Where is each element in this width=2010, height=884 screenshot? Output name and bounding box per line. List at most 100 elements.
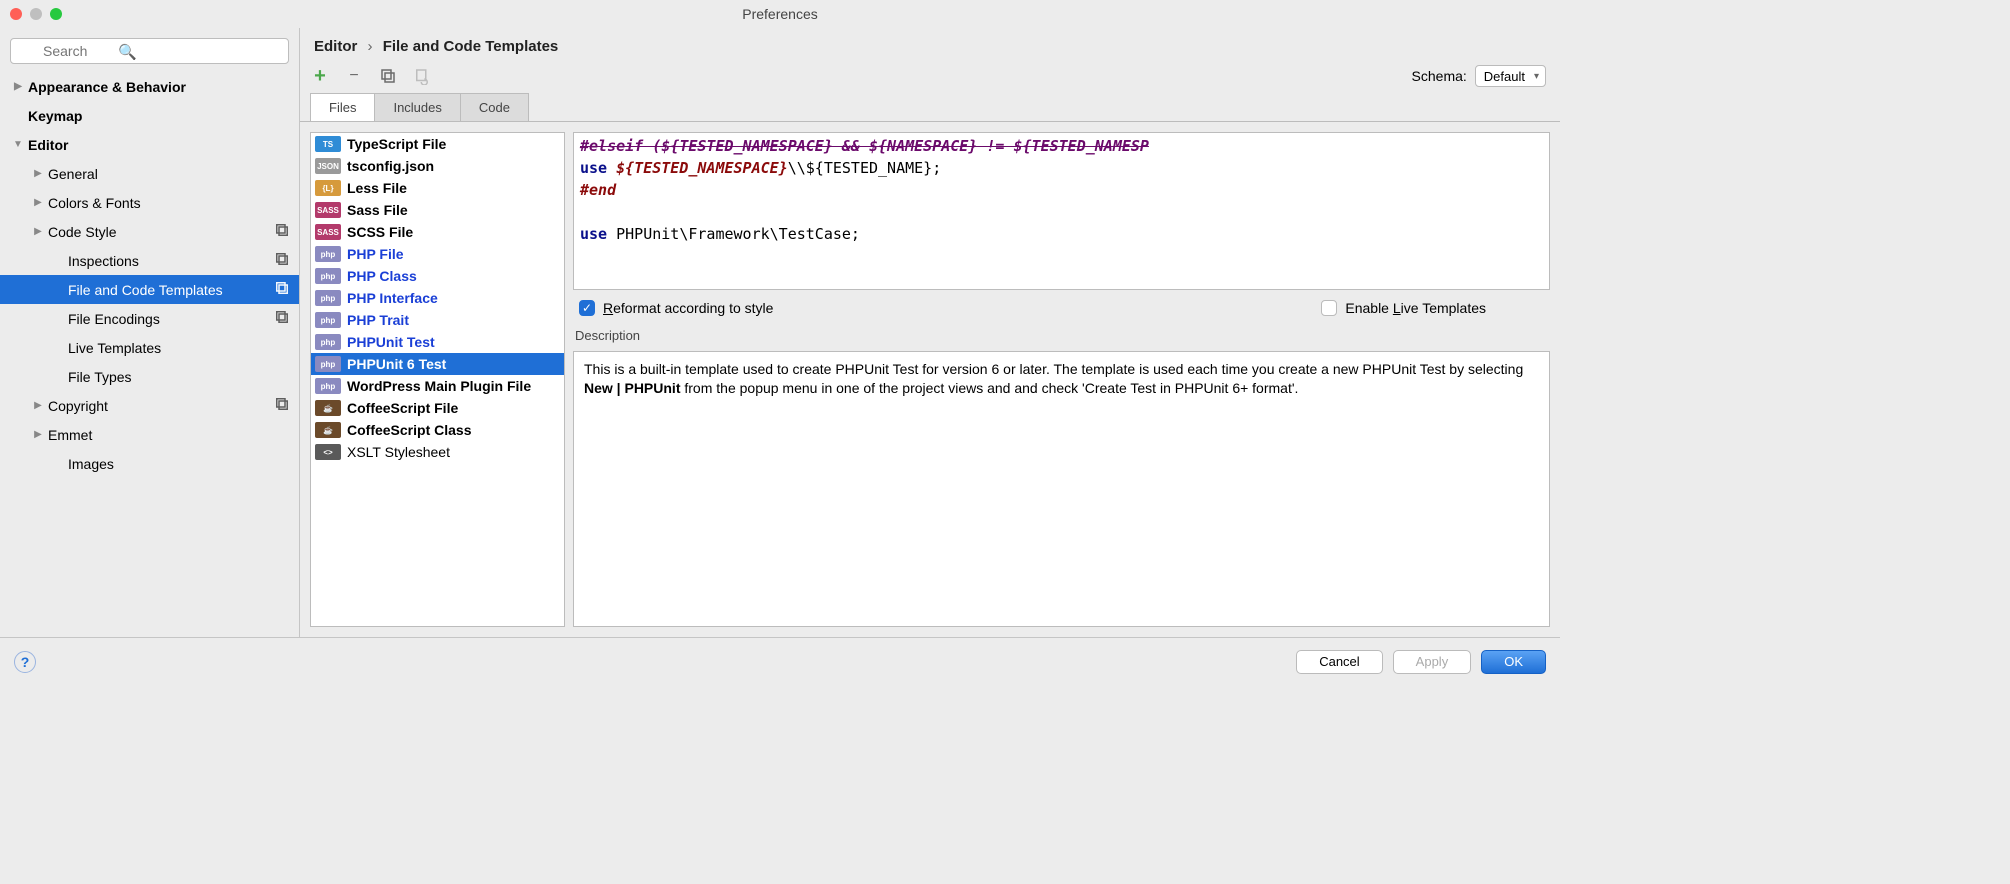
- sidebar-item-inspections[interactable]: Inspections: [0, 246, 299, 275]
- schema-label: Schema:: [1412, 68, 1467, 84]
- template-label: tsconfig.json: [347, 158, 434, 174]
- template-wordpress-main-plugin-file[interactable]: phpWordPress Main Plugin File: [311, 375, 564, 397]
- template-label: PHP Class: [347, 268, 417, 284]
- breadcrumb-leaf: File and Code Templates: [383, 38, 559, 55]
- template-label: Sass File: [347, 202, 408, 218]
- remove-icon[interactable]: −: [344, 66, 364, 86]
- titlebar: Preferences: [0, 0, 1560, 28]
- sidebar-item-label: Images: [68, 456, 291, 472]
- apply-button[interactable]: Apply: [1393, 650, 1472, 674]
- editor-line: class ${NAME} extends TestCase {: [580, 289, 1543, 290]
- schema-select[interactable]: Default: [1475, 65, 1546, 87]
- template-label: Less File: [347, 180, 407, 196]
- copy-icon[interactable]: [378, 66, 398, 86]
- filetype-badge: php: [315, 246, 341, 262]
- template-label: PHPUnit 6 Test: [347, 356, 446, 372]
- sidebar-item-colors-fonts[interactable]: ▶Colors & Fonts: [0, 188, 299, 217]
- filetype-badge: ☕: [315, 400, 341, 416]
- project-scope-icon: [273, 221, 291, 242]
- checkbox-icon: ✓: [579, 300, 595, 316]
- ok-button[interactable]: OK: [1481, 650, 1546, 674]
- editor-line: use ${TESTED_NAMESPACE}\\${TESTED_NAME};: [580, 157, 1543, 179]
- sidebar-item-label: Keymap: [28, 108, 291, 124]
- sidebar-item-file-and-code-templates[interactable]: File and Code Templates: [0, 275, 299, 304]
- template-phpunit-6-test[interactable]: php PHPUnit 6 Test: [311, 353, 564, 375]
- sidebar-item-label: File Encodings: [68, 311, 273, 327]
- sidebar-item-code-style[interactable]: ▶Code Style: [0, 217, 299, 246]
- filetype-badge: php: [315, 356, 341, 372]
- sidebar-item-label: Colors & Fonts: [48, 195, 291, 211]
- window-title: Preferences: [0, 6, 1560, 22]
- template-coffeescript-class[interactable]: ☕CoffeeScript Class: [311, 419, 564, 441]
- sidebar-item-label: Live Templates: [68, 340, 291, 356]
- template-less-file[interactable]: {L} Less File: [311, 177, 564, 199]
- template-php-class[interactable]: phpPHP Class: [311, 265, 564, 287]
- template-label: SCSS File: [347, 224, 413, 240]
- editor-line: #end: [580, 179, 1543, 201]
- search-input[interactable]: [10, 38, 289, 64]
- template-label: TypeScript File: [347, 136, 446, 152]
- sidebar-item-general[interactable]: ▶General: [0, 159, 299, 188]
- template-label: CoffeeScript File: [347, 400, 458, 416]
- sidebar-item-label: File Types: [68, 369, 291, 385]
- template-editor[interactable]: #elseif (${TESTED_NAMESPACE} && ${NAMESP…: [573, 132, 1550, 290]
- filetype-badge: SASS: [315, 202, 341, 218]
- template-sass-file[interactable]: SASS Sass File: [311, 199, 564, 221]
- sidebar-item-keymap[interactable]: Keymap: [0, 101, 299, 130]
- template-php-trait[interactable]: php PHP Trait: [311, 309, 564, 331]
- filetype-badge: {L}: [315, 180, 341, 196]
- cancel-button[interactable]: Cancel: [1296, 650, 1382, 674]
- template-php-interface[interactable]: phpPHP Interface: [311, 287, 564, 309]
- template-label: PHPUnit Test: [347, 334, 435, 350]
- tab-files[interactable]: Files: [310, 93, 375, 121]
- sidebar-item-copyright[interactable]: ▶Copyright: [0, 391, 299, 420]
- main-panel: Editor › File and Code Templates + − Sch…: [300, 28, 1560, 637]
- template-file-list[interactable]: TS TypeScript File JSON tsconfig.json {L} Les…: [310, 132, 565, 627]
- project-scope-icon: [273, 250, 291, 271]
- template-label: PHP Trait: [347, 312, 409, 328]
- help-button[interactable]: ?: [14, 651, 36, 673]
- sidebar-item-file-types[interactable]: File Types: [0, 362, 299, 391]
- sidebar-item-live-templates[interactable]: Live Templates: [0, 333, 299, 362]
- sidebar-item-images[interactable]: Images: [0, 449, 299, 478]
- sidebar-item-label: Copyright: [48, 398, 273, 414]
- live-templates-checkbox[interactable]: Enable Live Templates: [1321, 300, 1486, 316]
- chevron-icon: ▶: [28, 429, 48, 440]
- toolbar: + −: [310, 66, 432, 86]
- template-tsconfig-json[interactable]: JSON tsconfig.json: [311, 155, 564, 177]
- project-scope-icon: [273, 279, 291, 300]
- tab-code[interactable]: Code: [461, 93, 529, 121]
- chevron-icon: ▼: [8, 139, 28, 150]
- template-phpunit-test[interactable]: phpPHPUnit Test: [311, 331, 564, 353]
- filetype-badge: php: [315, 290, 341, 306]
- filetype-badge: php: [315, 312, 341, 328]
- sidebar-item-label: Inspections: [68, 253, 273, 269]
- sidebar-item-label: Appearance & Behavior: [28, 79, 291, 95]
- sidebar: 🔍 ▶Appearance & BehaviorKeymap▼Editor▶Ge…: [0, 28, 300, 637]
- description-box: This is a built-in template used to crea…: [573, 351, 1550, 627]
- reformat-checkbox[interactable]: ✓ Reformat according to style: [579, 300, 773, 316]
- sidebar-item-file-encodings[interactable]: File Encodings: [0, 304, 299, 333]
- sidebar-item-label: Code Style: [48, 224, 273, 240]
- sidebar-item-emmet[interactable]: ▶Emmet: [0, 420, 299, 449]
- filetype-badge: TS: [315, 136, 341, 152]
- template-coffeescript-file[interactable]: ☕ CoffeeScript File: [311, 397, 564, 419]
- tab-includes[interactable]: Includes: [375, 93, 460, 121]
- add-icon[interactable]: +: [310, 66, 330, 86]
- sidebar-item-label: Emmet: [48, 427, 291, 443]
- sidebar-item-editor[interactable]: ▼Editor: [0, 130, 299, 159]
- breadcrumb-root: Editor: [314, 38, 357, 55]
- revert-icon[interactable]: [412, 66, 432, 86]
- template-xslt-stylesheet[interactable]: <> XSLT Stylesheet: [311, 441, 564, 463]
- project-scope-icon: [273, 308, 291, 329]
- filetype-badge: php: [315, 378, 341, 394]
- editor-line: [580, 201, 1543, 223]
- sidebar-item-appearance-behavior[interactable]: ▶Appearance & Behavior: [0, 72, 299, 101]
- breadcrumb-sep: ›: [362, 38, 379, 55]
- template-label: XSLT Stylesheet: [347, 444, 450, 460]
- filetype-badge: <>: [315, 444, 341, 460]
- template-typescript-file[interactable]: TS TypeScript File: [311, 133, 564, 155]
- template-php-file[interactable]: phpPHP File: [311, 243, 564, 265]
- filetype-badge: JSON: [315, 158, 341, 174]
- template-scss-file[interactable]: SASSSCSS File: [311, 221, 564, 243]
